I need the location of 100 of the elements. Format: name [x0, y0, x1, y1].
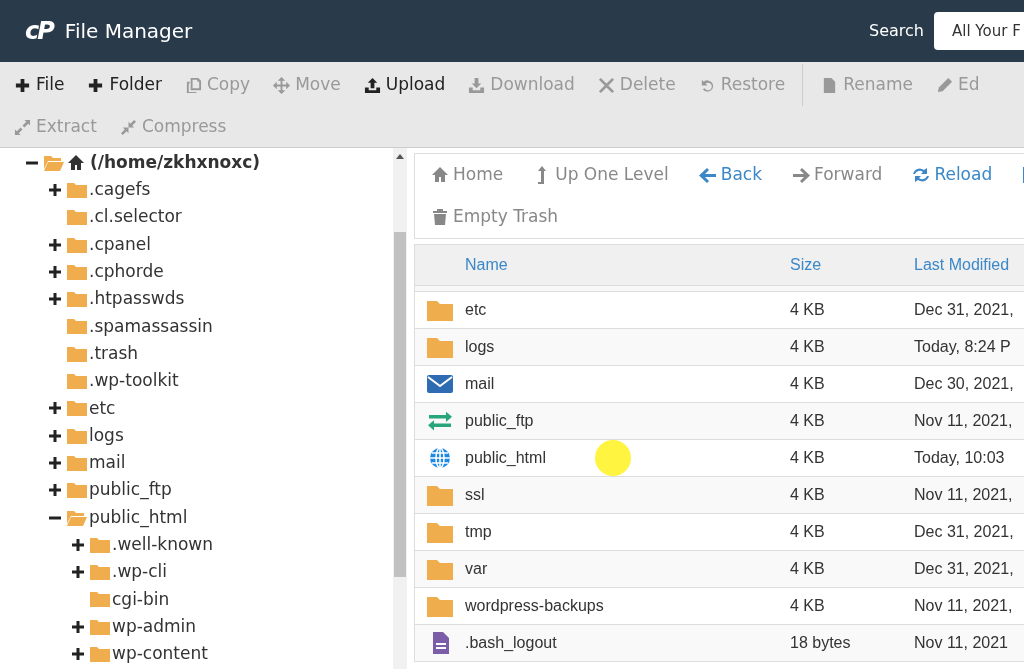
modified-date: Dec 31, 2021, [914, 523, 1014, 540]
file-size: 18 bytes [790, 634, 851, 651]
file-name: public_html [465, 449, 546, 466]
nav-button[interactable]: Home [431, 162, 504, 188]
folder-icon [90, 591, 110, 608]
file-size: 4 KB [790, 301, 825, 318]
expand-icon[interactable] [70, 537, 86, 552]
expand-icon[interactable] [70, 619, 86, 634]
folder-icon [67, 209, 87, 226]
expand-icon[interactable] [47, 264, 63, 279]
file-size: 4 KB [790, 486, 825, 503]
download-icon [468, 76, 486, 94]
file-row[interactable]: logs 4 KB Today, 8:24 P [415, 329, 1024, 366]
expand-icon[interactable] [47, 483, 63, 498]
folder-icon [67, 263, 87, 280]
toolbar-button[interactable]: Upload [363, 64, 446, 106]
expand-icon[interactable] [47, 292, 63, 307]
file-row[interactable]: ssl 4 KB Nov 11, 2021, [415, 477, 1024, 514]
folder-label[interactable]: .htpasswds [89, 286, 185, 312]
toolbar-button[interactable]: Folder [87, 64, 162, 106]
folder-label[interactable]: (/home/zkhxnoxc) [90, 149, 261, 176]
folder-label[interactable]: etc [89, 395, 116, 422]
folder-label[interactable]: .trash [89, 340, 139, 367]
folder-label[interactable]: public_ftp [89, 477, 172, 503]
folder-label[interactable]: wp-content [112, 641, 208, 667]
folder-icon [427, 484, 453, 506]
toolbar-button[interactable]: File [14, 64, 65, 106]
folder-label[interactable]: mail [89, 450, 126, 476]
folder-label[interactable]: wp-admin [112, 613, 197, 640]
nav-button[interactable]: Up One Level [533, 162, 669, 188]
scrollbar[interactable] [393, 148, 407, 669]
cursor-highlight [595, 440, 631, 476]
file-name: logs [465, 338, 495, 355]
envelope-icon [427, 373, 453, 395]
app-title: File Manager [64, 18, 193, 45]
file-size: 4 KB [790, 449, 825, 466]
nav-button[interactable]: Reload [912, 162, 993, 188]
trash-icon [431, 208, 449, 226]
expand-icon[interactable] [47, 428, 63, 443]
folder-label[interactable]: .cphorde [89, 259, 164, 285]
file-size: 4 KB [790, 412, 825, 429]
expand-icon[interactable] [47, 237, 63, 252]
home-icon [431, 166, 449, 184]
nav-button[interactable]: Empty Trash [431, 204, 559, 230]
file-size: 4 KB [790, 523, 825, 540]
modified-date: Today, 10:03 [914, 449, 1005, 466]
scroll-up-icon[interactable] [396, 154, 404, 159]
modified-date: Nov 11, 2021, [914, 597, 1013, 614]
modified-date: Today, 8:24 P [914, 338, 1011, 355]
file-row[interactable]: public_html 4 KB Today, 10:03 [415, 440, 1024, 477]
folder-label[interactable]: logs [89, 422, 124, 449]
folder-label[interactable]: .cl.selector [89, 204, 182, 230]
file-size: 4 KB [790, 560, 825, 577]
modified-date: Nov 11, 2021 [914, 634, 1008, 651]
folder-label[interactable]: .cpanel [89, 231, 151, 258]
file-name: tmp [465, 523, 492, 540]
expand-icon[interactable] [70, 565, 86, 580]
file-size: 4 KB [790, 375, 825, 392]
folder-icon [67, 345, 87, 362]
folder-label[interactable]: cgi-bin [112, 586, 170, 613]
file-row[interactable]: var 4 KB Dec 31, 2021, [415, 551, 1024, 588]
folder-icon [427, 299, 453, 321]
right-arrow-icon [792, 166, 810, 184]
expand-icon[interactable] [47, 182, 63, 197]
expand-arrows-icon [14, 118, 31, 136]
folder-icon [427, 521, 453, 543]
reload-icon [912, 166, 931, 184]
file-name: public_ftp [465, 412, 534, 429]
folder-icon [67, 291, 87, 308]
file-row[interactable]: public_ftp 4 KB Nov 11, 2021, [415, 403, 1024, 440]
expand-icon[interactable] [47, 401, 63, 416]
compress-arrows-icon [119, 118, 137, 136]
folder-label[interactable]: .cagefs [89, 177, 151, 203]
folder-label[interactable]: public_html [89, 504, 188, 531]
nav-button[interactable]: Back [698, 162, 762, 188]
copy-icon [185, 76, 202, 94]
folder-label[interactable]: .wp-toolkit [89, 368, 179, 394]
open-folder-icon [67, 509, 87, 526]
nav-button[interactable]: Forward [792, 162, 883, 188]
modified-date: Nov 11, 2021, [914, 486, 1013, 503]
modified-date: Nov 11, 2021, [914, 412, 1013, 429]
folder-label[interactable]: .well-known [112, 532, 214, 558]
folder-label[interactable]: .spamassassin [89, 313, 213, 340]
folder-icon [90, 618, 110, 635]
folder-icon [90, 646, 110, 662]
folder-label[interactable]: .wp-cli [112, 559, 168, 585]
modified-date: Dec 30, 2021, [914, 375, 1014, 392]
file-name: ssl [465, 486, 485, 503]
pencil-icon [935, 76, 953, 94]
folder-icon [427, 595, 453, 617]
expand-icon[interactable] [70, 647, 86, 661]
open-folder-icon [44, 154, 64, 171]
plus-icon [14, 76, 31, 94]
folder-icon [427, 558, 453, 580]
file-row[interactable]: .bash_logout 18 bytes Nov 11, 2021 [415, 625, 1024, 662]
expand-icon[interactable] [47, 455, 63, 470]
search-field[interactable]: All Your F [934, 12, 1024, 50]
left-arrow-icon [698, 166, 717, 184]
file-name: var [465, 560, 488, 577]
logo: cP [25, 16, 53, 47]
